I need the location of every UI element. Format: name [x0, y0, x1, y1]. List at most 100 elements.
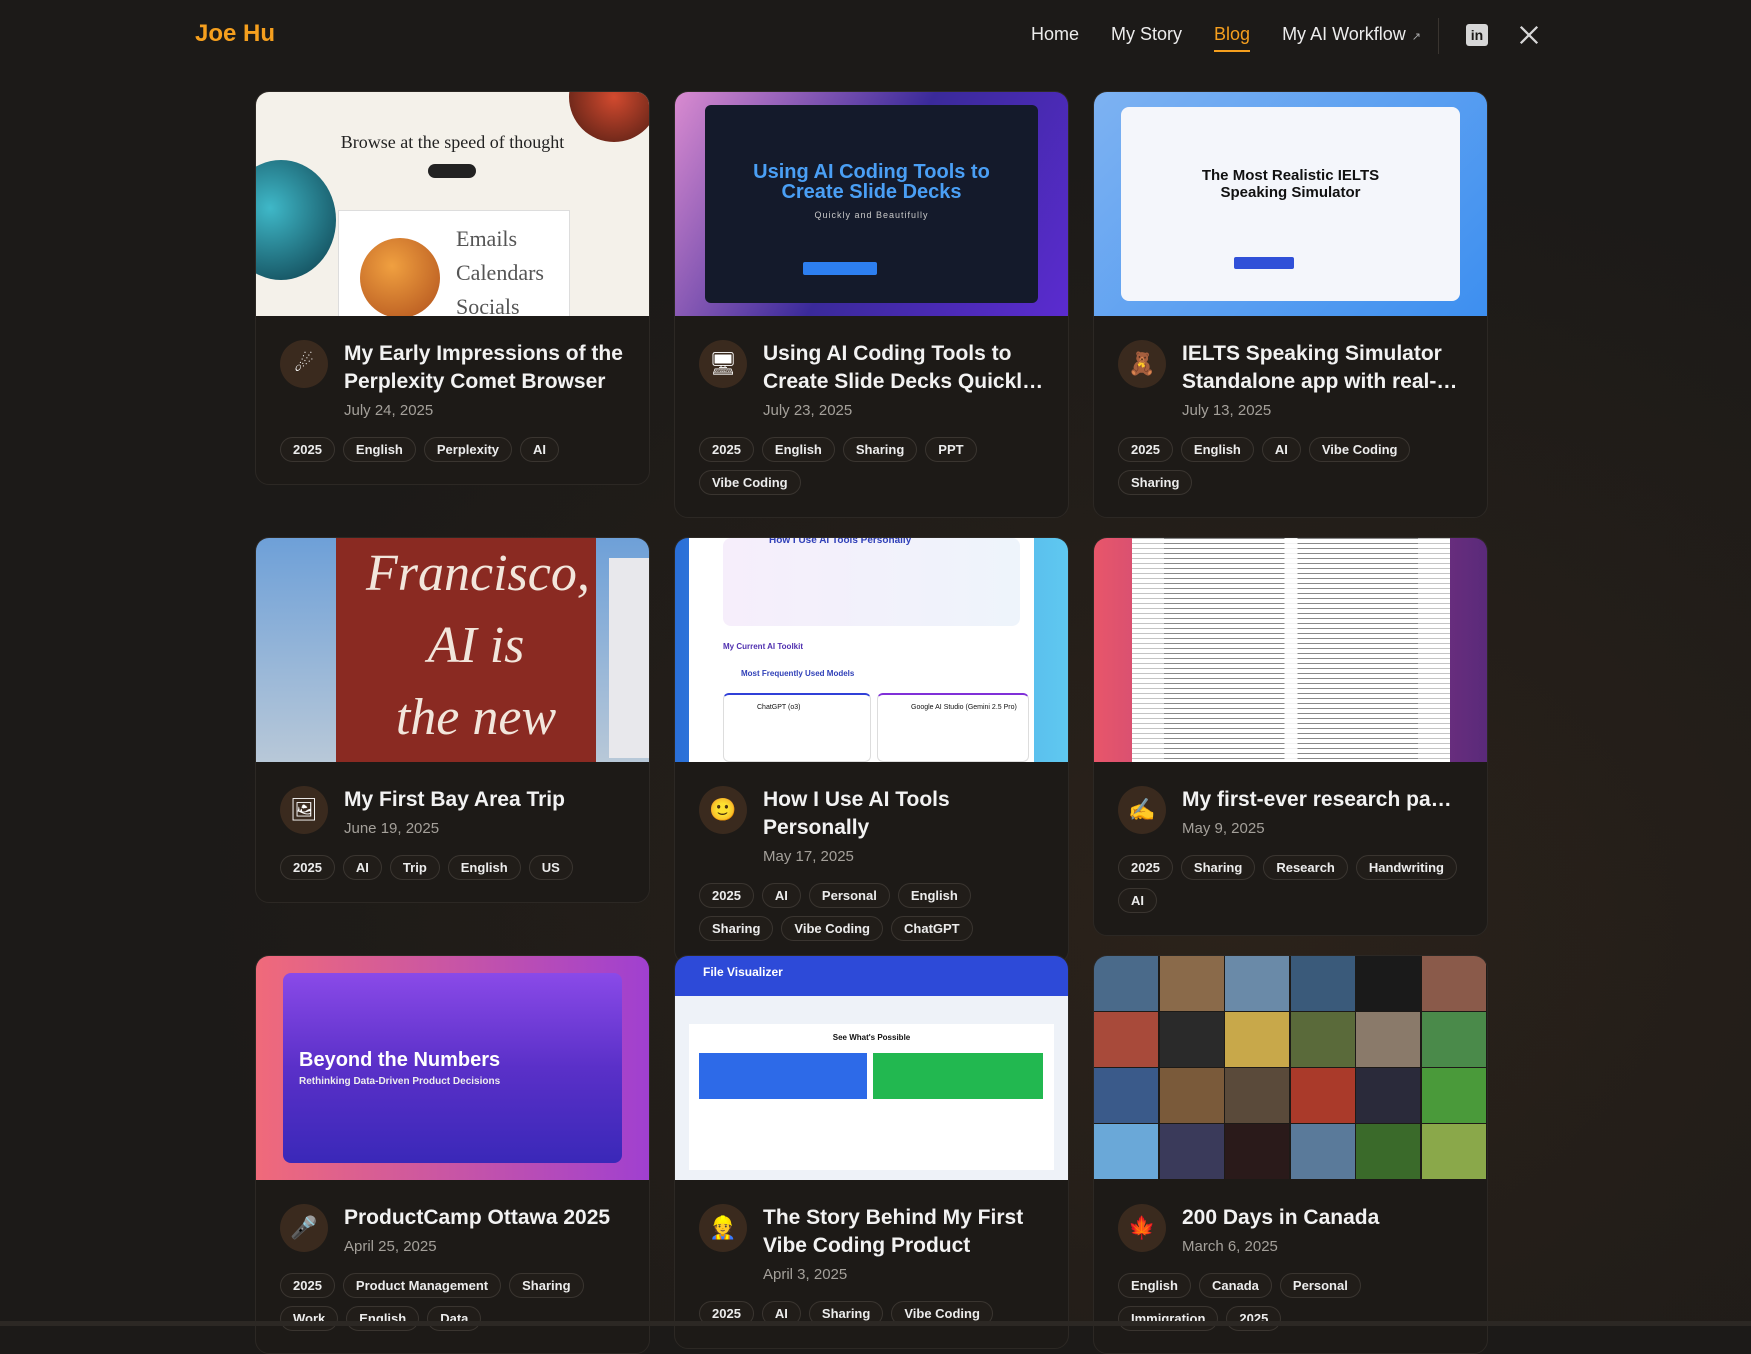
tag-chip[interactable]: Canada: [1198, 1273, 1272, 1298]
tag-chip[interactable]: English: [342, 437, 416, 462]
blog-post-card[interactable]: Beyond the Numbers Rethinking Data-Drive…: [255, 955, 650, 1354]
blog-post-card[interactable]: 🍁 200 Days in Canada March 6, 2025 Engli…: [1093, 955, 1488, 1354]
tag-chip[interactable]: Sharing: [1118, 470, 1193, 495]
tag-chip[interactable]: 2025: [1118, 437, 1173, 462]
post-date: June 19, 2025: [344, 820, 440, 837]
tag-chip[interactable]: Personal: [808, 883, 890, 908]
tag-chip[interactable]: Personal: [1279, 1273, 1361, 1298]
tag-chip[interactable]: AI: [342, 855, 382, 880]
tag-chip[interactable]: 2025: [280, 1273, 335, 1298]
tag-chip[interactable]: English: [447, 855, 521, 880]
blog-post-card[interactable]: ✍ My first-ever research paper May 9, 20…: [1093, 537, 1488, 936]
tag-chip[interactable]: Sharing: [842, 437, 918, 462]
tag-chip[interactable]: AI: [1118, 888, 1157, 913]
post-title[interactable]: My First Bay Area Trip: [344, 762, 625, 814]
site-brand[interactable]: Joe Hu: [195, 20, 275, 48]
tag-chip[interactable]: Vibe Coding: [781, 916, 884, 941]
post-thumbnail[interactable]: [1094, 956, 1487, 1180]
tag-chip[interactable]: English: [1118, 1273, 1191, 1298]
tag-chip[interactable]: 2025: [280, 855, 335, 880]
blog-post-card[interactable]: Francisco, AI is the new 🖼 My First Bay …: [255, 537, 650, 903]
post-date: April 25, 2025: [344, 1238, 437, 1255]
tag-chip[interactable]: Immigration: [1118, 1306, 1219, 1331]
thumb-word: the new: [395, 689, 557, 746]
thumb-headline: Using AI Coding Tools to Create Slide De…: [753, 161, 990, 203]
post-title[interactable]: My Early Impressions of the Perplexity C…: [344, 316, 625, 396]
tag-chip[interactable]: Sharing: [509, 1273, 584, 1298]
tag-chip[interactable]: AI: [520, 437, 560, 462]
post-title[interactable]: ProductCamp Ottawa 2025: [344, 1180, 625, 1232]
post-tags: 2025 English Sharing PPT Vibe Coding: [699, 437, 1044, 517]
nav-links: Home My Story Blog My AI Workflow ↗: [1031, 24, 1453, 52]
nav-blog[interactable]: Blog: [1214, 24, 1251, 52]
tag-chip[interactable]: English: [346, 1306, 420, 1331]
post-thumbnail[interactable]: Browse at the speed of thought Emails Ca…: [256, 92, 649, 316]
nav-home[interactable]: Home: [1031, 24, 1079, 45]
tag-chip[interactable]: AI: [1261, 437, 1301, 462]
tag-chip[interactable]: US: [528, 855, 573, 880]
tag-chip[interactable]: English: [897, 883, 971, 908]
thumb-headline: Beyond the Numbers: [299, 1049, 501, 1071]
tag-chip[interactable]: 2025: [1226, 1306, 1282, 1331]
linkedin-icon[interactable]: in: [1466, 24, 1488, 46]
painting-icon: 🖼: [280, 786, 328, 834]
blog-post-card[interactable]: The Most Realistic IELTS Speaking Simula…: [1093, 91, 1488, 518]
nav-my-story[interactable]: My Story: [1111, 24, 1182, 45]
ielts-icon: 🧸: [1118, 340, 1166, 388]
tag-chip[interactable]: Handwriting: [1355, 855, 1457, 880]
post-thumbnail[interactable]: How I Use AI Tools Personally My Current…: [675, 538, 1068, 762]
post-thumbnail[interactable]: Beyond the Numbers Rethinking Data-Drive…: [256, 956, 649, 1180]
post-thumbnail[interactable]: Using AI Coding Tools to Create Slide De…: [675, 92, 1068, 316]
post-date: July 13, 2025: [1182, 402, 1272, 419]
tag-chip[interactable]: 2025: [1118, 855, 1173, 880]
post-thumbnail[interactable]: Francisco, AI is the new: [256, 538, 649, 762]
tag-chip[interactable]: English: [761, 437, 835, 462]
tag-chip[interactable]: PPT: [925, 437, 977, 462]
tag-chip[interactable]: Sharing: [699, 916, 774, 941]
post-title[interactable]: My first-ever research paper: [1182, 762, 1463, 814]
thumb-headline: Browse at the speed of thought: [340, 132, 565, 152]
post-title[interactable]: Using AI Coding Tools to Create Slide De…: [763, 316, 1044, 396]
post-date: July 23, 2025: [763, 402, 853, 419]
page-bottom-edge: [0, 1321, 1751, 1326]
blog-post-card[interactable]: Browse at the speed of thought Emails Ca…: [255, 91, 650, 485]
tag-chip[interactable]: Product Management: [342, 1273, 502, 1298]
tag-chip[interactable]: Vibe Coding: [699, 470, 801, 495]
post-date: May 17, 2025: [763, 848, 854, 865]
thumb-subline: Quickly and Beautifully: [814, 210, 929, 220]
tag-chip[interactable]: English: [1180, 437, 1254, 462]
tag-chip[interactable]: Sharing: [1180, 855, 1256, 880]
tag-chip[interactable]: AI: [761, 883, 801, 908]
thumb-subline: My Current AI Toolkit: [723, 642, 803, 651]
avatar-icon: 🙂: [699, 786, 747, 834]
post-tags: 2025 AI Personal English Sharing Vibe Coding C…: [699, 883, 1044, 963]
post-title[interactable]: How I Use AI Tools Personally: [763, 762, 1044, 842]
x-twitter-icon[interactable]: [1518, 24, 1540, 46]
tag-chip[interactable]: Trip: [389, 855, 440, 880]
post-title[interactable]: IELTS Speaking Simulator Standalone app …: [1182, 316, 1463, 396]
post-tags: English Canada Personal Immigration 2025: [1118, 1273, 1463, 1353]
nav-ai-workflow[interactable]: My AI Workflow ↗: [1282, 24, 1421, 45]
blog-post-card[interactable]: File Visualizer See What's Possible 👷 Th…: [674, 955, 1069, 1349]
blog-post-card[interactable]: Using AI Coding Tools to Create Slide De…: [674, 91, 1069, 518]
tag-chip[interactable]: 2025: [699, 437, 754, 462]
tag-chip[interactable]: Research: [1263, 855, 1348, 880]
post-tags: 2025 Product Management Sharing Work English…: [280, 1273, 625, 1353]
post-thumbnail[interactable]: File Visualizer See What's Possible: [675, 956, 1068, 1180]
tag-chip[interactable]: ChatGPT: [891, 916, 973, 941]
blog-post-card[interactable]: How I Use AI Tools Personally My Current…: [674, 537, 1069, 964]
tag-chip[interactable]: 2025: [280, 437, 335, 462]
post-thumbnail[interactable]: [1094, 538, 1487, 762]
post-title[interactable]: The Story Behind My First Vibe Coding Pr…: [763, 1180, 1044, 1260]
thumb-card-label: Google AI Studio (Gemini 2.5 Pro): [911, 704, 1017, 711]
thumb-headline: How I Use AI Tools Personally: [769, 538, 912, 546]
post-thumbnail[interactable]: The Most Realistic IELTS Speaking Simula…: [1094, 92, 1487, 316]
post-title[interactable]: 200 Days in Canada: [1182, 1180, 1463, 1232]
tag-chip[interactable]: 2025: [699, 883, 754, 908]
post-date: March 6, 2025: [1182, 1238, 1278, 1255]
tag-chip[interactable]: Perplexity: [423, 437, 513, 462]
tag-chip[interactable]: Work: [280, 1306, 339, 1331]
tag-chip[interactable]: Vibe Coding: [1308, 437, 1411, 462]
comet-icon: ☄: [280, 340, 328, 388]
tag-chip[interactable]: Data: [427, 1306, 482, 1331]
